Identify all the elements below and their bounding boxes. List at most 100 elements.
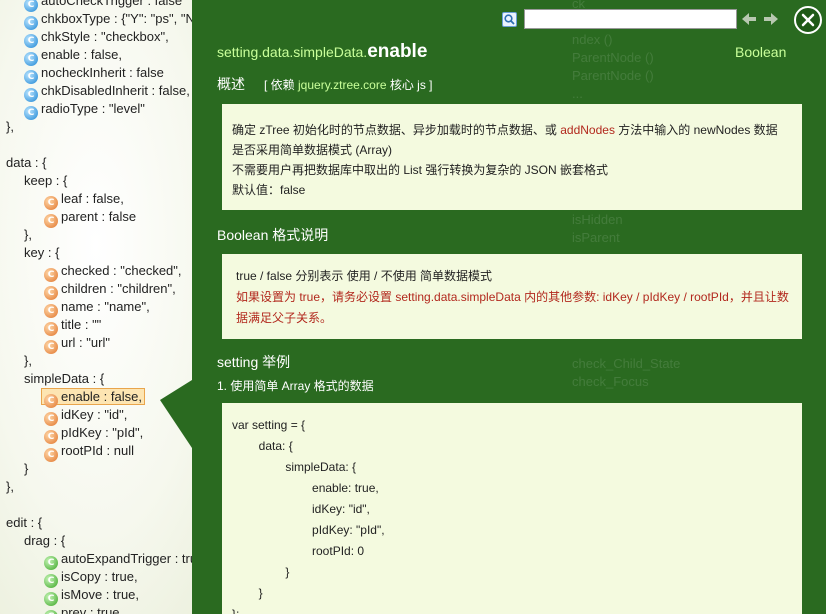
tree-row-text: rootPId : null	[61, 443, 134, 458]
tree-row-leaf[interactable]: Cleaf : false,	[44, 190, 124, 210]
arrow-right-icon[interactable]	[762, 10, 780, 28]
tree-row-title[interactable]: Ctitle : ""	[44, 316, 101, 336]
config-node-icon: C	[44, 214, 58, 228]
overview-line-2: 是否采用简单数据模式 (Array)	[232, 143, 392, 157]
tree-row-text: edit : {	[6, 515, 43, 530]
tree-row-label: CautoExpandTrigger : true,	[44, 551, 208, 570]
tree-row-chkStyle[interactable]: CchkStyle : "checkbox",	[24, 28, 169, 48]
tree-row-label: Cname : "name",	[44, 299, 150, 318]
tree-row-text: simpleData : {	[24, 371, 105, 386]
tree-row-data-open: data : {	[6, 154, 46, 172]
code-line: }	[232, 565, 290, 579]
search-input[interactable]	[524, 9, 737, 29]
api-title: setting.data.simpleData.enable	[217, 41, 427, 63]
tree-row-text: keep : {	[24, 173, 68, 188]
ghost-line: check_Child_State	[572, 356, 681, 371]
tree-row-text: data : {	[6, 155, 47, 170]
tree-row-text: pIdKey : "pId",	[61, 425, 144, 440]
tree-row-rootPId[interactable]: CrootPId : null	[44, 442, 134, 462]
tree-row-nocheckInherit[interactable]: CnocheckInherit : false	[24, 64, 164, 84]
tree-row-label: key : {	[24, 245, 59, 260]
tree-row-autoExpandTrigger[interactable]: CautoExpandTrigger : true,	[44, 550, 208, 570]
tree-row-key-close: },	[24, 352, 32, 370]
tree-row-text: chkDisabledInherit : false,	[41, 83, 190, 98]
ghost-line: check_Focus	[572, 374, 649, 389]
tree-row-children[interactable]: Cchildren : "children",	[44, 280, 176, 300]
tree-row-keep-close: },	[24, 226, 32, 244]
tree-row-text: idKey : "id",	[61, 407, 128, 422]
tree-row-label: CisCopy : true,	[44, 569, 138, 588]
code-line: };	[232, 607, 240, 614]
tree-row-text: },	[6, 479, 14, 494]
tree-row-text: nocheckInherit : false	[41, 65, 164, 80]
tree-row-data-close: },	[6, 478, 14, 496]
tree-row-parent[interactable]: Cparent : false	[44, 208, 136, 228]
tree-row-text: },	[24, 353, 32, 368]
tree-row-label: CrootPId : null	[44, 443, 134, 462]
close-icon[interactable]	[794, 6, 822, 34]
tree-row-chkDisabledInherit[interactable]: CchkDisabledInherit : false,	[24, 82, 190, 102]
ghost-line: isParent	[572, 230, 620, 245]
overview-line-4: 默认值：false	[232, 183, 306, 197]
tree-row-text: name : "name",	[61, 299, 150, 314]
tree-row-text: autoExpandTrigger : true,	[61, 551, 208, 566]
tree-row-key-open: key : {	[24, 244, 59, 262]
code-line: pIdKey: "pId",	[232, 523, 385, 537]
tree-row-label: data : {	[6, 155, 46, 170]
tree-row-keep-open: keep : {	[24, 172, 67, 190]
tree-row-isMove[interactable]: CisMove : true,	[44, 586, 140, 606]
tree-row-label: Cprev : true,	[44, 605, 123, 614]
code-line: enable: true,	[232, 481, 379, 495]
tree-row-text: enable : false,	[41, 47, 122, 62]
tree-row-simpleData-close: }	[24, 460, 28, 478]
tree-row-label: Cparent : false	[44, 209, 136, 228]
tree-row-drag-open: drag : {	[24, 532, 65, 550]
tree-row-url[interactable]: Curl : "url"	[44, 334, 110, 354]
tree-row-autoCheckTrigger[interactable]: CautoCheckTrigger : false	[24, 0, 183, 12]
tree-row-text: autoCheckTrigger : false	[41, 0, 183, 8]
tree-row-checked[interactable]: Cchecked : "checked",	[44, 262, 182, 282]
ghost-line: ParentNode ()	[572, 68, 654, 83]
search-icon[interactable]	[502, 12, 517, 27]
tree-row-text: leaf : false,	[61, 191, 124, 206]
tree-row-name[interactable]: Cname : "name",	[44, 298, 150, 318]
tree-row-label: Cleaf : false,	[44, 191, 124, 210]
overview-text: 方法中输入的 newNodes 数据	[614, 123, 778, 137]
tree-row-isCopy[interactable]: CisCopy : true,	[44, 568, 138, 588]
tree-row-label: CchkStyle : "checkbox",	[24, 29, 169, 48]
tree-row-text: children : "children",	[61, 281, 176, 296]
tree-row-text: isCopy : true,	[61, 569, 138, 584]
code-line: }	[232, 586, 263, 600]
ghost-line: ...	[572, 86, 583, 101]
tree-row-label: CisMove : true,	[44, 587, 140, 606]
tree-row-prev[interactable]: Cprev : true,	[44, 604, 123, 614]
tree-row-text: }	[24, 461, 29, 476]
config-node-icon: C	[24, 106, 38, 120]
tree-row-label: keep : {	[24, 173, 67, 188]
rely-link[interactable]: jquery.ztree.core	[298, 78, 386, 92]
tree-row-text: prev : true,	[61, 605, 124, 614]
tree-row-simpleData-open: simpleData : {	[24, 370, 104, 388]
tree-row-label: drag : {	[24, 533, 65, 548]
config-node-icon: C	[44, 448, 58, 462]
tree-row-text: url : "url"	[61, 335, 110, 350]
tree-row-label: CradioType : "level"	[24, 101, 145, 120]
tree-row-radioType[interactable]: CradioType : "level"	[24, 100, 145, 120]
tree-row-label: Ctitle : ""	[44, 317, 101, 336]
overview-line-1: 确定 zTree 初始化时的节点数据、异步加载时的节点数据、或 addNodes…	[232, 120, 790, 140]
tree-row-label: edit : {	[6, 515, 42, 530]
tree-row-label: },	[24, 353, 32, 368]
overview-line-3: 不需要用户再把数据库中取出的 List 强行转换为复杂的 JSON 嵌套格式	[232, 163, 609, 177]
tree-row-label: }	[24, 461, 28, 476]
arrow-left-icon[interactable]	[740, 10, 758, 28]
tree-row-text: },	[6, 119, 14, 134]
boolean-line-3: 据满足父子关系。	[236, 311, 333, 325]
tree-row-enable[interactable]: Cenable : false,	[24, 46, 122, 66]
ghost-line: ParentNode ()	[572, 50, 654, 65]
tree-row-label: CautoCheckTrigger : false	[24, 0, 183, 12]
tree-row-close-check: },	[6, 118, 14, 136]
tree-row-idKey[interactable]: CidKey : "id",	[44, 406, 128, 426]
tree-row-simple-enable[interactable]: Cenable : false,	[41, 388, 145, 408]
tree-row-text: isMove : true,	[61, 587, 140, 602]
tree-row-pIdKey[interactable]: CpIdKey : "pId",	[44, 424, 144, 444]
